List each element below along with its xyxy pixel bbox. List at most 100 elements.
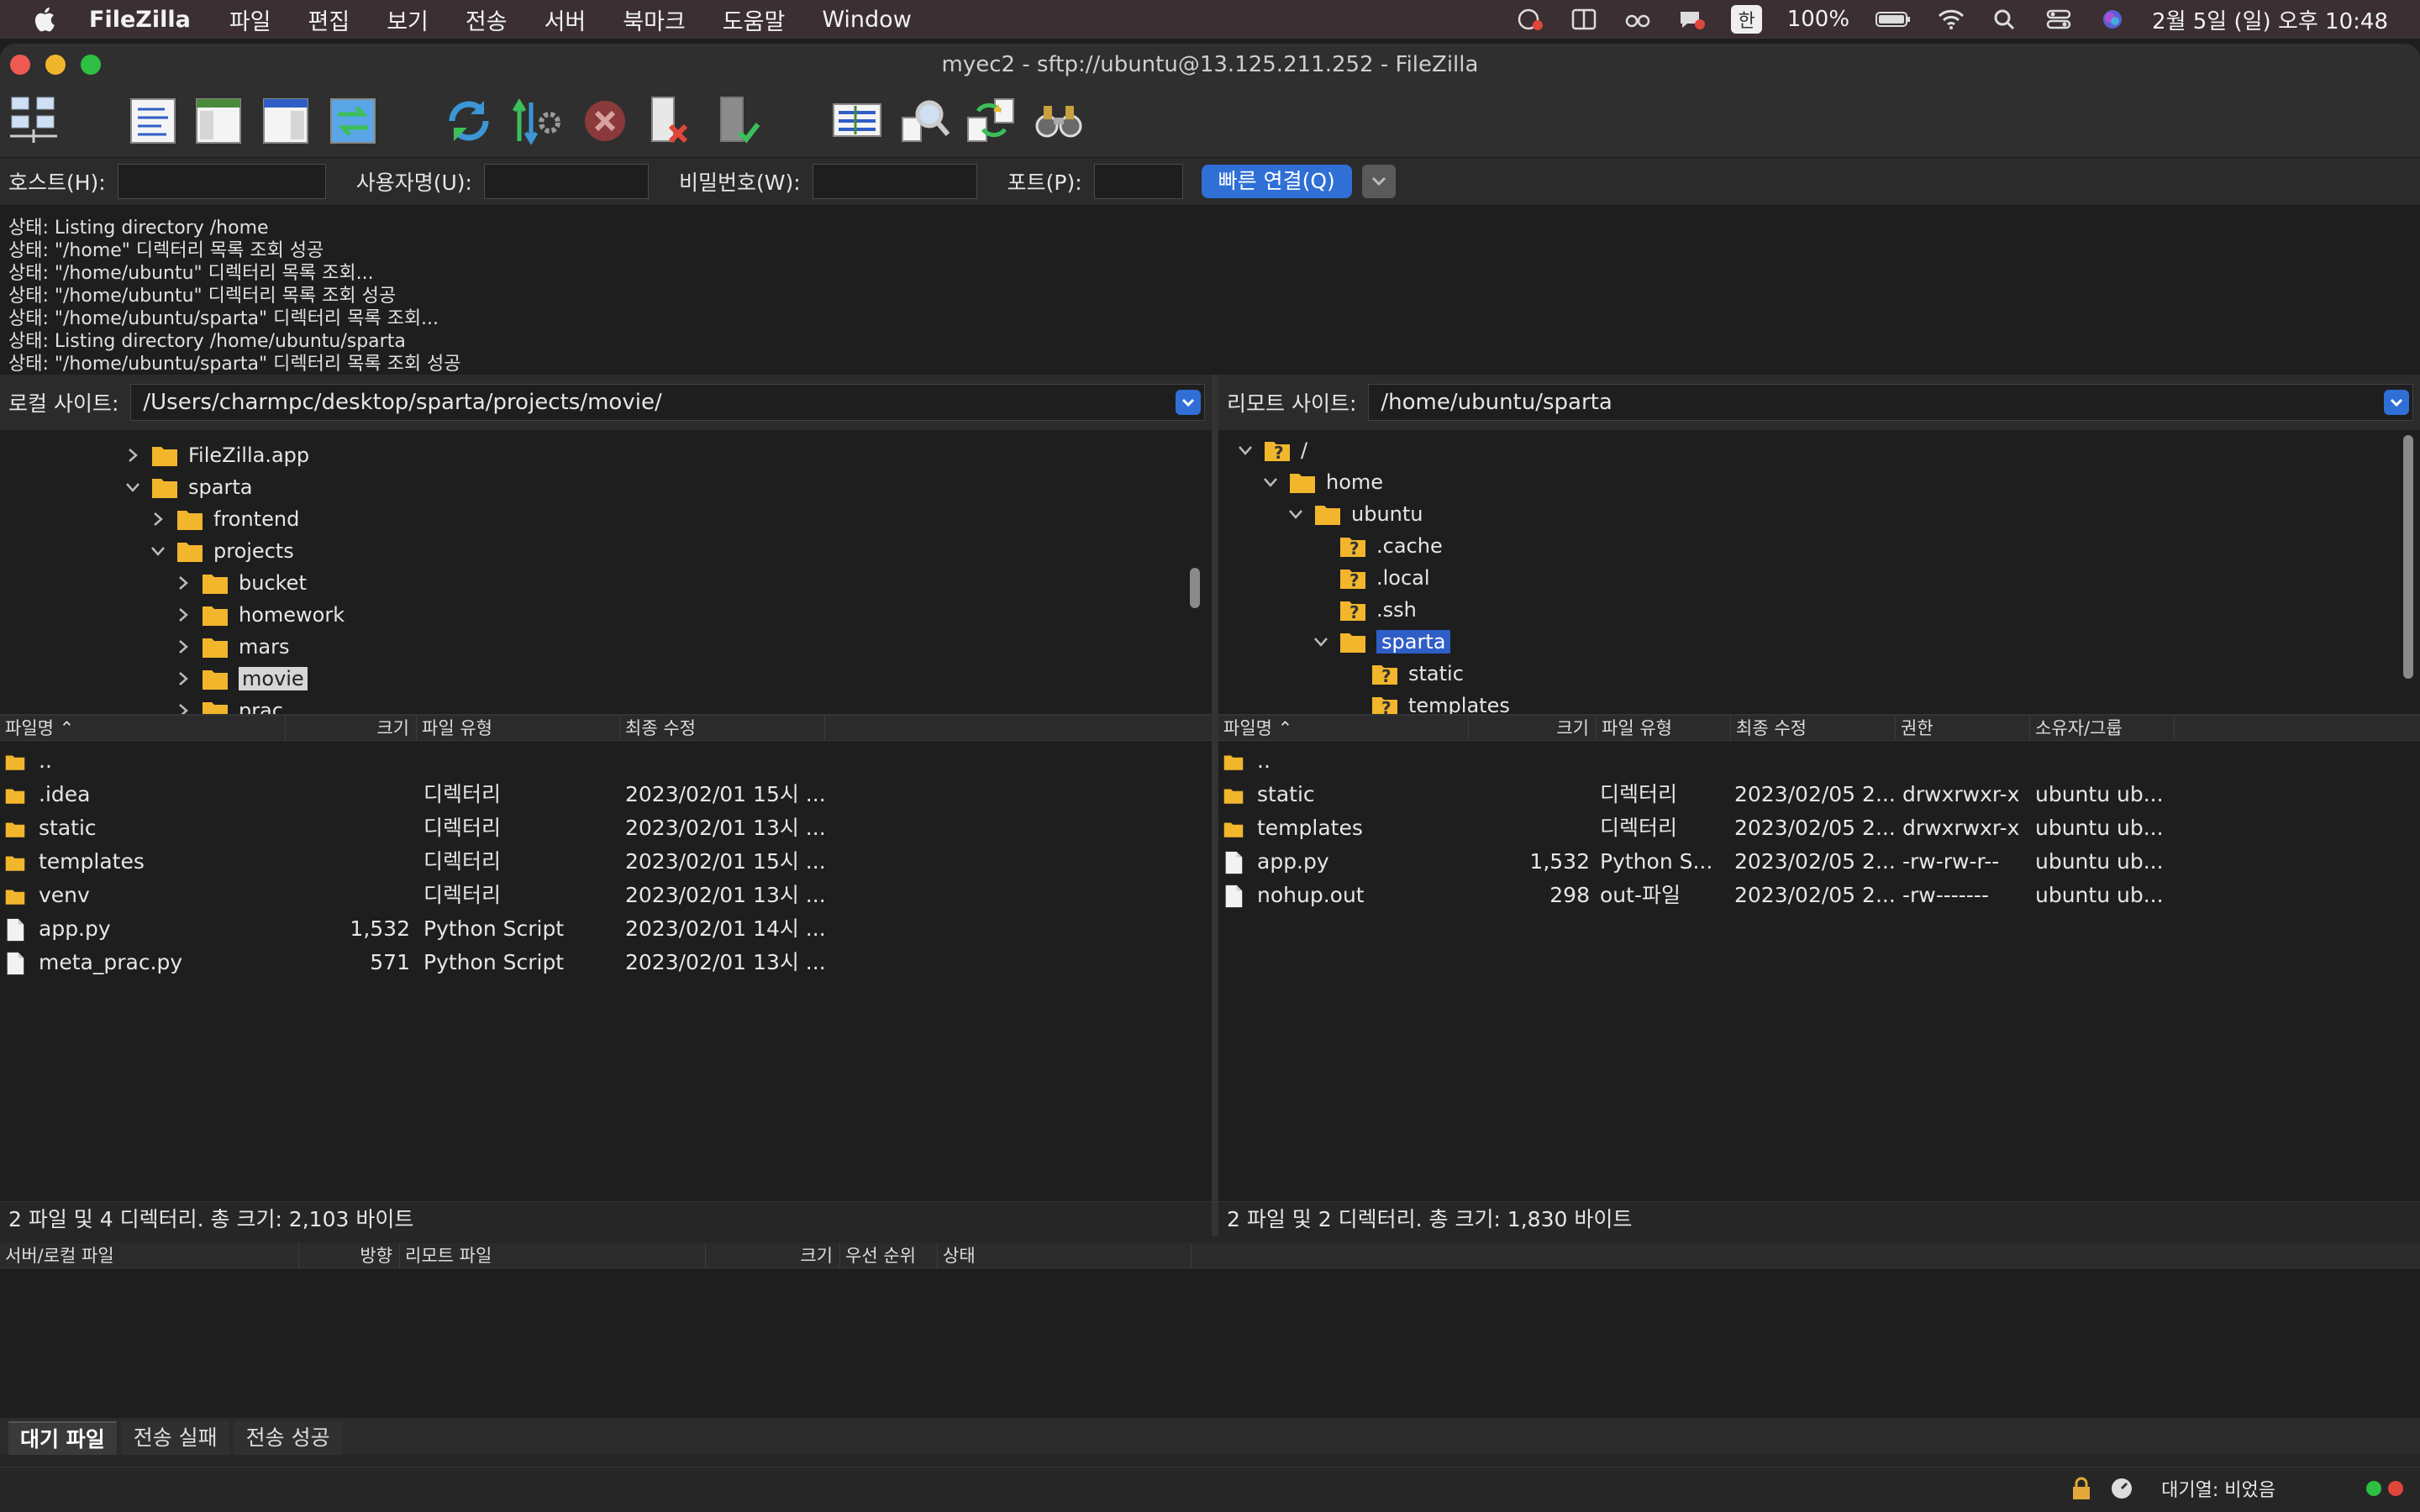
site-manager-icon[interactable]	[7, 92, 60, 148]
column-header-owner-group[interactable]: 소유자/그룹	[2030, 716, 2175, 741]
spotlight-search-icon[interactable]	[1991, 7, 2019, 32]
chevron-down-icon[interactable]	[1287, 506, 1304, 522]
tree-node-projects[interactable]: projects	[150, 536, 294, 566]
username-input[interactable]	[483, 164, 649, 199]
toggle-remote-tree-icon[interactable]	[259, 92, 313, 148]
menu-edit[interactable]: 편집	[308, 3, 350, 36]
column-header-size[interactable]: 크기	[706, 1243, 840, 1268]
column-header-size[interactable]: 크기	[1469, 716, 1597, 741]
window-titlebar[interactable]: myec2 - sftp://ubuntu@13.125.211.252 - F…	[0, 44, 2420, 86]
control-center-icon[interactable]	[2044, 7, 2073, 32]
column-header-type[interactable]: 파일 유형	[1597, 716, 1731, 741]
refresh-icon[interactable]	[442, 92, 496, 148]
cloud-sync-icon[interactable]	[1516, 7, 1544, 32]
directory-comparison-icon[interactable]	[899, 92, 953, 148]
port-input[interactable]	[1093, 164, 1183, 199]
menubar-clock[interactable]: 2월 5일 (일) 오후 10:48	[2152, 4, 2388, 35]
remote-file-list[interactable]: 파일명 ⌃ 크기 파일 유형 최종 수정 권한 소유자/그룹 .. static 디…	[1218, 716, 2420, 1201]
battery-icon[interactable]	[1875, 7, 1912, 32]
tree-node-ubuntu[interactable]: ubuntu	[1287, 499, 1423, 529]
chevron-down-icon[interactable]	[150, 543, 166, 559]
tree-node-mars[interactable]: mars	[175, 632, 289, 662]
password-input[interactable]	[812, 164, 977, 199]
column-header-type[interactable]: 파일 유형	[417, 716, 620, 741]
file-row[interactable]: venv 디렉터리 2023/02/01 13시 ...	[0, 879, 1212, 912]
glasses-icon[interactable]	[1623, 7, 1652, 32]
chevron-right-icon[interactable]	[150, 511, 166, 528]
speed-limits-icon[interactable]	[2109, 1476, 2134, 1501]
file-row[interactable]: templates 디렉터리 2023/02/01 15시 ...	[0, 845, 1212, 879]
quickconnect-history-dropdown[interactable]	[1361, 165, 1396, 198]
input-method-indicator[interactable]: 한	[1731, 5, 1762, 34]
column-header-permissions[interactable]: 권한	[1896, 716, 2030, 741]
close-window-button[interactable]	[10, 55, 30, 75]
menu-server[interactable]: 서버	[544, 3, 587, 36]
chat-bubble-icon[interactable]	[1677, 7, 1706, 32]
zoom-window-button[interactable]	[81, 55, 101, 75]
remote-tree-scrollbar-thumb[interactable]	[2403, 435, 2413, 679]
disconnect-icon[interactable]	[642, 92, 696, 148]
reconnect-icon[interactable]	[711, 92, 765, 148]
tree-node-frontend[interactable]: frontend	[150, 504, 299, 534]
remote-directory-tree[interactable]: ? / home ubuntu ? .cache ? .local ? .ssh	[1218, 430, 2420, 716]
tree-node-templates-remote[interactable]: ? templates	[1371, 690, 1510, 714]
apple-icon[interactable]	[30, 4, 60, 34]
file-row[interactable]: templates 디렉터리 2023/02/05 2... drwxrwxr-x ub…	[1218, 811, 2420, 845]
quickconnect-button[interactable]: 빠른 연결(Q)	[1201, 165, 1352, 198]
tree-node-sparta[interactable]: sparta	[124, 472, 252, 502]
tab-queued-files[interactable]: 대기 파일	[8, 1421, 117, 1455]
local-directory-tree[interactable]: FileZilla.app sparta frontend projects b…	[0, 430, 1212, 716]
column-header-filename[interactable]: 파일명 ⌃	[1218, 716, 1469, 741]
menu-transfer[interactable]: 전송	[466, 3, 508, 36]
file-row[interactable]: ..	[1218, 744, 2420, 778]
remote-path-combobox[interactable]: /home/ubuntu/sparta	[1368, 384, 2413, 421]
transfer-queue-list[interactable]	[0, 1268, 2420, 1421]
tree-node-local[interactable]: ? .local	[1339, 563, 1430, 593]
split-screen-icon[interactable]	[1570, 7, 1598, 32]
pane-splitter[interactable]	[1212, 375, 1218, 1236]
chevron-down-icon[interactable]	[1313, 633, 1329, 650]
tree-node-prac[interactable]: prac	[175, 696, 283, 714]
tree-node-static-remote[interactable]: ? static	[1371, 659, 1464, 689]
file-row[interactable]: ..	[0, 744, 1212, 778]
file-row[interactable]: app.py 1,532 Python S... 2023/02/05 2... -rw…	[1218, 845, 2420, 879]
tree-node-sparta-remote[interactable]: sparta	[1313, 627, 1451, 657]
local-tree-scrollbar-thumb[interactable]	[1190, 568, 1200, 608]
file-row[interactable]: nohup.out 298 out-파일 2023/02/05 2... -rw----…	[1218, 879, 2420, 912]
synchronized-browsing-icon[interactable]	[965, 92, 1018, 148]
tree-node-filezilla-app[interactable]: FileZilla.app	[124, 440, 309, 470]
file-row[interactable]: static 디렉터리 2023/02/01 13시 ...	[0, 811, 1212, 845]
chevron-right-icon[interactable]	[175, 575, 192, 591]
host-input[interactable]	[117, 164, 326, 199]
tab-failed-transfers[interactable]: 전송 실패	[121, 1421, 229, 1455]
column-header-modified[interactable]: 최종 수정	[1731, 716, 1896, 741]
tree-node-homework[interactable]: homework	[175, 600, 345, 630]
toggle-transfer-queue-icon[interactable]	[326, 92, 380, 148]
column-header-filename[interactable]: 파일명 ⌃	[0, 716, 286, 741]
tree-node-movie[interactable]: movie	[175, 664, 308, 694]
column-header-size[interactable]: 크기	[286, 716, 417, 741]
column-header-server-local-file[interactable]: 서버/로컬 파일	[0, 1243, 299, 1268]
column-header-remote-file[interactable]: 리모트 파일	[400, 1243, 706, 1268]
column-header-direction[interactable]: 방향	[299, 1243, 400, 1268]
cancel-operation-icon[interactable]	[578, 92, 632, 148]
column-header-status[interactable]: 상태	[938, 1243, 1192, 1268]
process-queue-icon[interactable]	[509, 92, 563, 148]
directory-listing-filters-icon[interactable]	[830, 92, 884, 148]
menu-window[interactable]: Window	[822, 7, 911, 33]
toggle-message-log-icon[interactable]	[126, 92, 180, 148]
tree-node-bucket[interactable]: bucket	[175, 568, 307, 598]
chevron-right-icon[interactable]	[124, 447, 141, 464]
wifi-icon[interactable]	[1937, 7, 1965, 32]
chevron-down-icon[interactable]	[124, 479, 141, 496]
toggle-local-tree-icon[interactable]	[192, 92, 245, 148]
chevron-down-icon[interactable]	[1237, 442, 1254, 459]
file-row[interactable]: .idea 디렉터리 2023/02/01 15시 ...	[0, 778, 1212, 811]
tree-node-cache[interactable]: ? .cache	[1339, 531, 1443, 561]
tab-successful-transfers[interactable]: 전송 성공	[234, 1421, 342, 1455]
chevron-right-icon[interactable]	[175, 670, 192, 687]
tree-node-ssh[interactable]: ? .ssh	[1339, 595, 1417, 625]
tree-node-root[interactable]: ? /	[1237, 435, 1307, 465]
siri-icon[interactable]	[2098, 7, 2127, 32]
column-header-modified[interactable]: 최종 수정	[620, 716, 825, 741]
